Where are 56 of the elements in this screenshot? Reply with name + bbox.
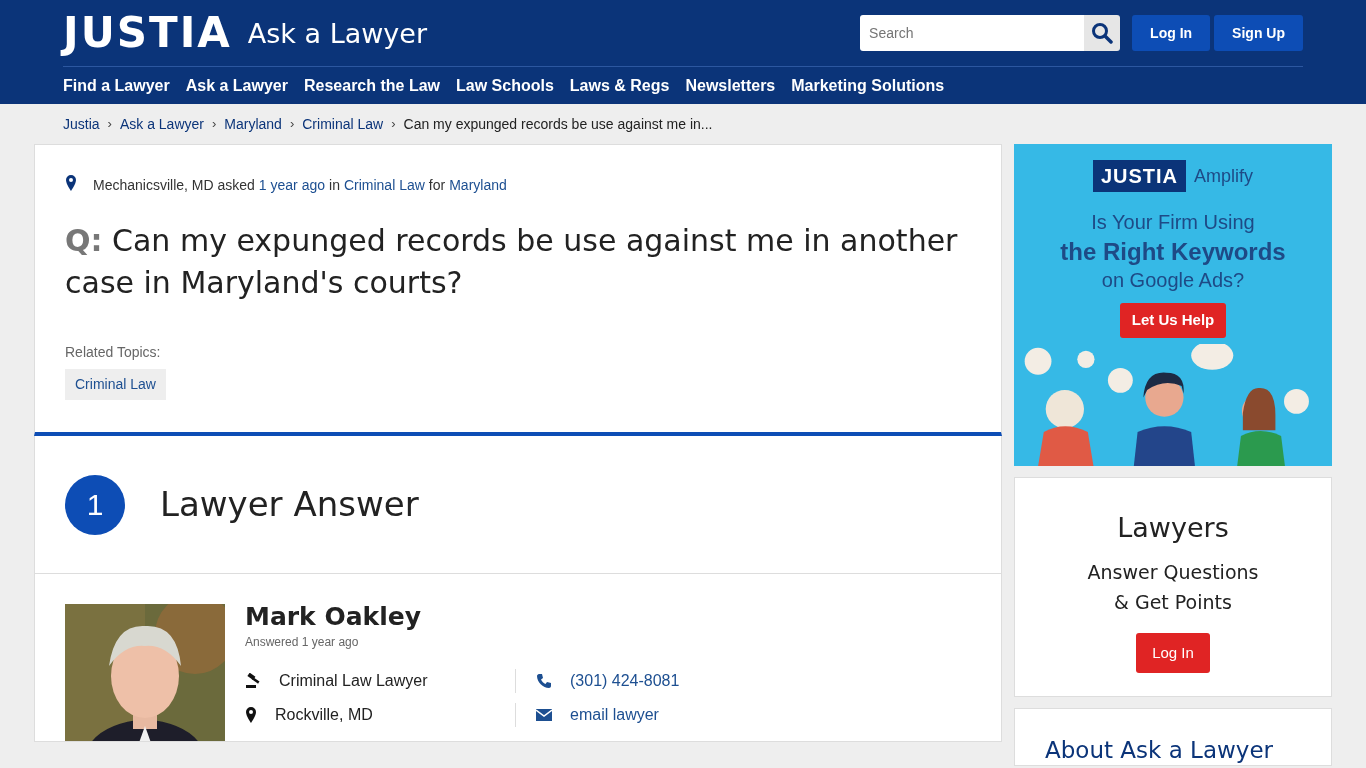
login-button[interactable]: Log In	[1136, 632, 1210, 673]
meta-text: Mechanicsville, MD asked	[93, 176, 255, 195]
ad-headline: on Google Ads?	[1100, 268, 1246, 293]
nav-link[interactable]: Laws & Regs	[569, 73, 670, 98]
lawyer-detail: Rockville, MD	[275, 705, 373, 725]
search-button[interactable]	[1084, 15, 1121, 51]
breadcrumb-separator: ›	[211, 115, 217, 134]
envelope-icon	[536, 709, 552, 721]
breadcrumb-link[interactable]: Ask a Lawyer	[119, 113, 204, 135]
question-text: Q: Can my expunged records be use against me in another case in Maryland's courts?	[65, 222, 959, 302]
contact-link[interactable]: email lawyer	[570, 703, 659, 727]
nav-link[interactable]: Law Schools	[456, 73, 554, 98]
breadcrumb-link[interactable]: Maryland	[224, 113, 282, 135]
about-heading: About Ask a Lawyer	[1045, 736, 1274, 765]
ad-product-name: Amplify	[1194, 164, 1254, 188]
answered-time: Answered 1 year ago	[245, 634, 360, 651]
breadcrumb-current: Can my expunged records be use against me in...	[403, 114, 713, 134]
meta-link[interactable]: Maryland	[449, 175, 507, 196]
phone-icon	[536, 673, 552, 689]
signup-button[interactable]: Sign Up	[1214, 15, 1303, 51]
lawyer-name[interactable]: Mark Oakley	[245, 604, 971, 629]
ad-banner[interactable]: JUSTIA Amplify Is Your Firm Using the Right Keywords on Google Ads? Let Us Help	[1014, 144, 1332, 466]
ad-cta-button[interactable]: Let Us Help	[1119, 303, 1227, 338]
breadcrumb-separator: ›	[107, 115, 112, 134]
nav-link[interactable]: Marketing Solutions	[791, 73, 945, 98]
card-text: & Get Points	[1113, 589, 1233, 615]
ad-brand-logo: JUSTIA	[1092, 160, 1187, 192]
card-text: Answer Questions	[1086, 559, 1260, 585]
breadcrumb-link[interactable]: Justia	[63, 113, 100, 135]
related-topics-label: Related Topics:	[65, 343, 162, 362]
meta-link[interactable]: Criminal Law	[343, 175, 425, 196]
nav-link[interactable]: Newsletters	[685, 73, 776, 98]
contact-link[interactable]: (301) 424-8081	[570, 669, 680, 693]
site-subtitle: Ask a Lawyer	[247, 19, 427, 47]
answers-heading: Lawyer Answer	[160, 483, 419, 526]
lawyer-detail: Criminal Law Lawyer	[279, 671, 428, 691]
nav-link[interactable]: Research the Law	[304, 73, 441, 98]
ad-headline: Is Your Firm Using	[1090, 210, 1256, 235]
answer-count: 1	[65, 474, 125, 535]
ad-headline: the Right Keywords	[1060, 237, 1286, 266]
login-button[interactable]: Log In	[1132, 15, 1211, 51]
gavel-icon	[245, 673, 261, 689]
nav-link[interactable]: Find a Lawyer	[63, 73, 170, 98]
meta-text: for	[428, 176, 446, 195]
search-field[interactable]: Search	[860, 15, 1085, 51]
card-title: Lawyers	[1116, 511, 1230, 545]
meta-link[interactable]: 1 year ago	[258, 175, 325, 196]
location-pin-icon	[245, 707, 257, 723]
nav-link[interactable]: Ask a Lawyer	[185, 73, 288, 98]
topic-tag[interactable]: Criminal Law	[65, 369, 166, 400]
breadcrumb-separator: ›	[391, 115, 396, 134]
location-pin-icon	[65, 174, 77, 191]
breadcrumb-separator: ›	[289, 115, 295, 134]
meta-text: in	[329, 176, 340, 195]
breadcrumb-link[interactable]: Criminal Law	[302, 113, 384, 135]
search-icon	[1091, 22, 1114, 44]
